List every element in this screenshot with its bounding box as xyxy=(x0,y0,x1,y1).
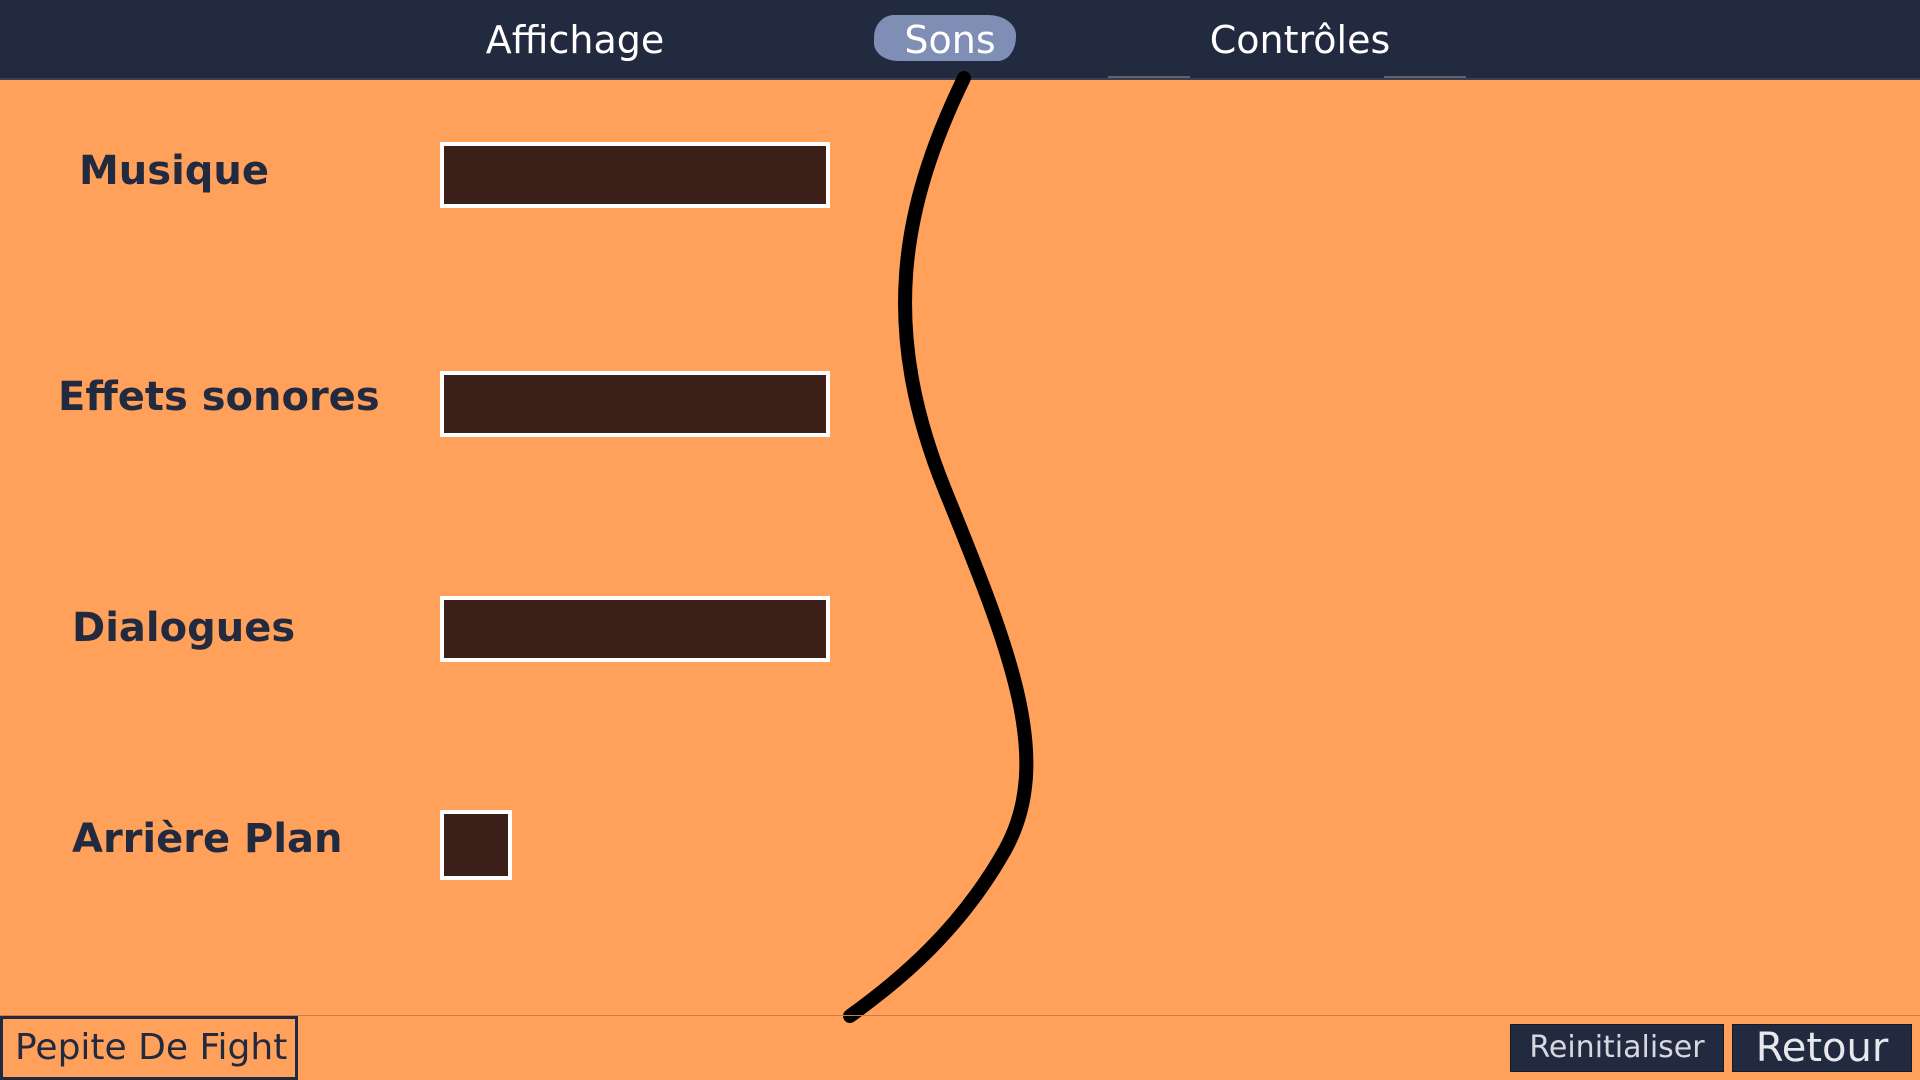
reset-button[interactable]: Reinitialiser xyxy=(1510,1024,1724,1072)
game-title-label: Pepite De Fight xyxy=(0,1016,298,1080)
tab-sons[interactable]: Sons xyxy=(874,15,1020,62)
sound-effects-label: Effets sonores xyxy=(58,374,380,420)
tab-divider xyxy=(1108,76,1190,78)
tab-controles[interactable]: Contrôles xyxy=(1200,10,1400,70)
music-label: Musique xyxy=(79,148,270,194)
tab-affichage[interactable]: Affichage xyxy=(470,10,680,70)
decorative-curve xyxy=(843,71,1034,1023)
sound-effects-volume-slider[interactable] xyxy=(440,371,830,437)
dialogues-volume-slider[interactable] xyxy=(440,596,830,662)
dialogues-label: Dialogues xyxy=(72,605,296,651)
tab-sons-label: Sons xyxy=(904,18,996,62)
tab-divider xyxy=(1384,76,1466,78)
back-button[interactable]: Retour xyxy=(1732,1024,1912,1072)
settings-screen: Affichage Sons Contrôles Musique Effets … xyxy=(0,0,1920,1080)
background-label: Arrière Plan xyxy=(72,816,343,862)
tab-bar: Affichage Sons Contrôles xyxy=(0,0,1920,80)
background-toggle-checkbox[interactable] xyxy=(440,810,512,880)
music-volume-slider[interactable] xyxy=(440,142,830,208)
